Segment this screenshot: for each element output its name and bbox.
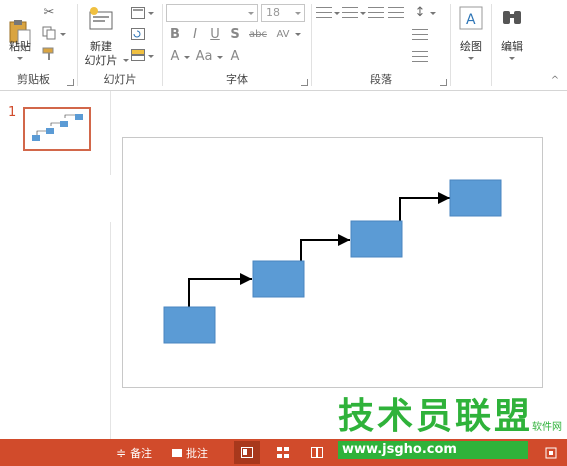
character-spacing-button[interactable]: AV — [273, 26, 293, 42]
process-box-4[interactable] — [449, 179, 502, 217]
bold-button[interactable]: B — [167, 26, 183, 42]
new-slide-button[interactable] — [86, 4, 116, 34]
drawing-label: 绘图 — [460, 40, 482, 53]
font-color-dropdown-icon[interactable] — [184, 56, 190, 59]
section-dropdown-icon[interactable] — [148, 55, 154, 58]
thumbnail-diagram — [32, 114, 83, 141]
new-slide-dropdown-icon[interactable] — [123, 59, 129, 62]
align-right-icon[interactable] — [356, 48, 372, 64]
watermark-url: www.jsgho.com — [338, 441, 528, 459]
editing-dropdown-icon[interactable] — [509, 57, 515, 60]
format-painter-icon[interactable] — [40, 46, 58, 62]
shadow-button[interactable]: S — [227, 26, 243, 42]
paragraph-launcher-icon[interactable] — [440, 79, 447, 86]
svg-text:A: A — [466, 12, 476, 28]
cut-icon[interactable]: ✂ — [40, 4, 58, 20]
normal-view-button[interactable] — [234, 441, 260, 464]
editing-label: 编辑 — [501, 40, 523, 53]
shapes-icon: A — [459, 6, 483, 30]
change-case-button[interactable]: Aa — [193, 48, 215, 64]
align-center-icon[interactable] — [336, 48, 352, 64]
notes-button[interactable]: ≑ 备注 — [116, 439, 152, 466]
reading-view-button[interactable] — [304, 441, 330, 464]
align-left-icon[interactable] — [316, 48, 332, 64]
notes-label: 备注 — [130, 446, 153, 460]
font-name-combo[interactable] — [166, 4, 258, 22]
copy-icon[interactable] — [40, 25, 58, 41]
numbering-icon[interactable] — [342, 4, 358, 20]
paragraph-group-label: 段落 — [370, 73, 392, 86]
paste-dropdown-icon[interactable] — [17, 57, 23, 60]
slide-thumbnail[interactable] — [23, 107, 91, 151]
clipboard-launcher-icon[interactable] — [67, 79, 74, 86]
underline-button[interactable]: U — [207, 26, 223, 42]
font-size-value: 18 — [266, 6, 280, 19]
layout-dropdown-icon[interactable] — [148, 12, 154, 15]
slide-sorter-icon — [277, 447, 289, 458]
comments-label: 批注 — [186, 446, 208, 460]
align-text-icon[interactable] — [412, 48, 428, 64]
drawing-button[interactable]: A — [457, 4, 485, 32]
copy-dropdown-icon[interactable] — [60, 33, 66, 36]
editing-group: 编辑 — [492, 0, 532, 90]
italic-button[interactable]: I — [187, 26, 203, 42]
columns-icon[interactable] — [392, 48, 408, 64]
strikethrough-button[interactable]: abc — [247, 26, 269, 42]
font-launcher-icon[interactable] — [301, 79, 308, 86]
slide-number: 1 — [8, 105, 17, 120]
numbering-dropdown-icon[interactable] — [360, 12, 366, 15]
drawing-group: A 绘图 — [451, 0, 491, 90]
section-icon[interactable] — [130, 48, 146, 62]
editing-button[interactable] — [498, 4, 526, 32]
reading-view-icon — [311, 447, 323, 458]
character-spacing-dropdown-icon[interactable] — [295, 33, 301, 36]
comment-icon — [172, 448, 182, 457]
line-spacing-dropdown-icon[interactable] — [430, 12, 436, 15]
staircase-diagram — [163, 179, 502, 344]
font-size-dropdown-icon[interactable] — [295, 12, 301, 15]
line-spacing-icon[interactable]: ↕ — [412, 4, 428, 20]
font-size-combo[interactable]: 18 — [261, 4, 305, 22]
slide-canvas[interactable] — [122, 137, 543, 388]
elbow-connector-1[interactable] — [188, 273, 252, 307]
text-direction-icon[interactable] — [412, 26, 428, 42]
decrease-indent-icon[interactable] — [368, 4, 384, 20]
process-box-3[interactable] — [350, 220, 403, 258]
notes-icon: ≑ — [116, 445, 127, 460]
font-color-button[interactable]: A — [167, 48, 183, 64]
find-icon — [503, 11, 521, 24]
watermark-title: 技术员联盟 — [338, 396, 534, 437]
watermark-small: 软件网 — [532, 422, 562, 433]
paste-label: 粘贴 — [9, 40, 31, 53]
process-box-1[interactable] — [163, 306, 216, 344]
comments-button[interactable]: 批注 — [172, 439, 208, 466]
justify-icon[interactable] — [376, 48, 392, 64]
new-slide-icon — [89, 7, 113, 30]
drawing-dropdown-icon[interactable] — [468, 57, 474, 60]
font-name-dropdown-icon[interactable] — [248, 12, 254, 15]
elbow-connector-3[interactable] — [399, 192, 450, 221]
collapse-ribbon-icon[interactable]: ^ — [548, 74, 562, 86]
font-group: 18 B I U S abc AV A Aa A 字体 — [163, 0, 311, 90]
slide-sorter-button[interactable] — [270, 441, 296, 464]
slides-group: 新建 幻灯片 幻灯片 — [78, 0, 162, 90]
reset-icon[interactable] — [130, 27, 146, 41]
font-group-label: 字体 — [226, 73, 248, 86]
slides-group-label: 幻灯片 — [103, 73, 137, 86]
increase-indent-icon[interactable] — [388, 4, 404, 20]
layout-icon[interactable] — [130, 6, 146, 20]
clear-format-button[interactable]: A — [227, 48, 243, 64]
normal-view-icon — [241, 447, 253, 458]
clipboard-group-label: 剪贴板 — [17, 73, 50, 86]
clipboard-group: 粘贴 ✂ 剪贴板 — [0, 0, 77, 90]
bullets-dropdown-icon[interactable] — [334, 12, 340, 15]
watermark: 技术员联盟 软件网 www.jsgho.com — [338, 396, 567, 466]
process-box-2[interactable] — [252, 260, 305, 298]
ribbon: 粘贴 ✂ 剪贴板 新建 幻灯片 幻灯片 18 B I U S abc AV A … — [0, 0, 567, 91]
bullets-icon[interactable] — [316, 4, 332, 20]
paragraph-group: ↕ 段落 — [312, 0, 450, 90]
new-slide-label-2: 幻灯片 — [84, 54, 118, 67]
elbow-connector-2[interactable] — [300, 234, 350, 261]
change-case-dropdown-icon[interactable] — [217, 56, 223, 59]
